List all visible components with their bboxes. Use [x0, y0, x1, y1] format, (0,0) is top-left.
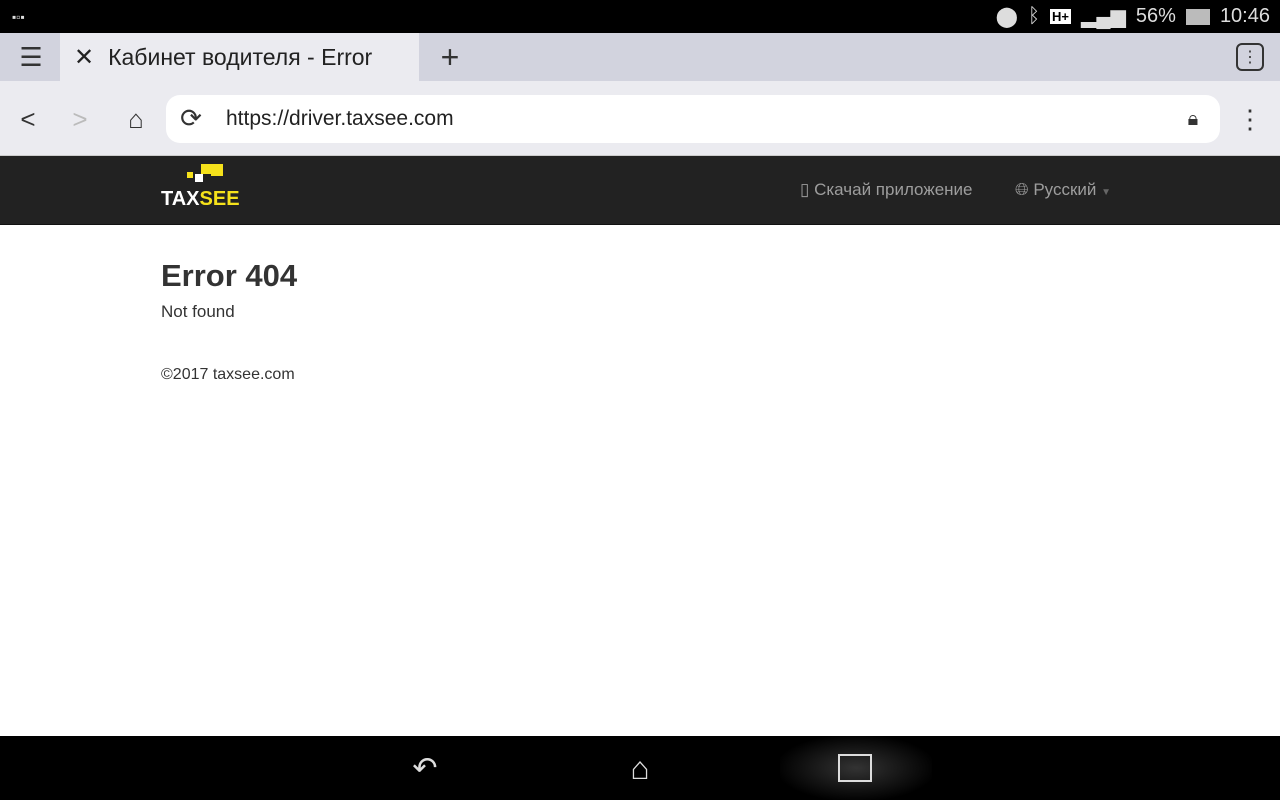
- home-icon[interactable]: ⌂: [120, 103, 152, 135]
- signal-icon: ▂▄▆: [1080, 6, 1126, 28]
- page-title: Error 404: [161, 258, 298, 293]
- new-tab-icon[interactable]: +: [434, 39, 466, 75]
- battery-percent: 56%: [1135, 5, 1176, 27]
- back-icon[interactable]: <: [14, 103, 42, 135]
- url-text: https://driver.taxsee.com: [226, 107, 454, 130]
- forward-icon[interactable]: >: [66, 103, 94, 135]
- status-bar: ▪▫▪ ⬤ ᛒ H+ ▂▄▆ 56% 10:46: [0, 0, 1280, 33]
- tab-title: Кабинет водителя - Error: [108, 43, 373, 70]
- url-field[interactable]: ⟳ https://driver.taxsee.com 🔒︎: [166, 95, 1220, 143]
- taxsee-logo[interactable]: TAXSEE: [161, 164, 247, 216]
- site-navbar: TAXSEE ▯ Скачай приложение 🌐︎ Русский ▼: [0, 156, 1280, 225]
- main-content: Error 404 Not found ©2017 taxsee.com: [161, 258, 297, 384]
- lock-icon[interactable]: 🔒︎: [1178, 104, 1208, 134]
- system-home-icon[interactable]: ⌂: [620, 750, 660, 786]
- clock: 10:46: [1219, 5, 1270, 27]
- download-app-link[interactable]: ▯ Скачай приложение: [800, 180, 973, 200]
- language-dropdown[interactable]: 🌐︎ Русский ▼: [1015, 180, 1111, 200]
- footer-copyright: ©2017 taxsee.com: [161, 366, 295, 383]
- network-type: H+: [1049, 9, 1071, 24]
- system-nav-bar: ↶ ⌂: [0, 736, 1280, 800]
- recent-apps-icon: [838, 754, 872, 782]
- bluetooth-icon: ᛒ: [1027, 5, 1040, 27]
- system-back-icon[interactable]: ↶: [405, 750, 445, 786]
- address-bar: < > ⌂ ⟳ https://driver.taxsee.com 🔒︎ ⋮: [0, 81, 1280, 156]
- phone-icon: ▯: [800, 180, 810, 199]
- tab-switcher-icon[interactable]: ⋮: [1236, 43, 1264, 71]
- location-icon: ⬤: [995, 6, 1018, 28]
- error-message: Not found: [161, 302, 235, 321]
- tab-active[interactable]: ✕ Кабинет водителя - Error: [60, 33, 419, 81]
- tab-bar: ☰ ✕ Кабинет водителя - Error + ⋮: [0, 33, 1280, 81]
- more-menu-icon[interactable]: ⋮: [1236, 103, 1264, 135]
- caret-down-icon: ▼: [1101, 187, 1112, 198]
- menu-icon[interactable]: ☰: [14, 41, 48, 73]
- globe-icon: 🌐︎: [1015, 180, 1029, 199]
- battery-icon: [1185, 8, 1210, 25]
- close-tab-icon[interactable]: ✕: [74, 43, 94, 72]
- notification-icon: ▪▫▪: [12, 9, 25, 24]
- reload-icon[interactable]: ⟳: [176, 103, 206, 133]
- recent-apps-button[interactable]: [780, 736, 932, 800]
